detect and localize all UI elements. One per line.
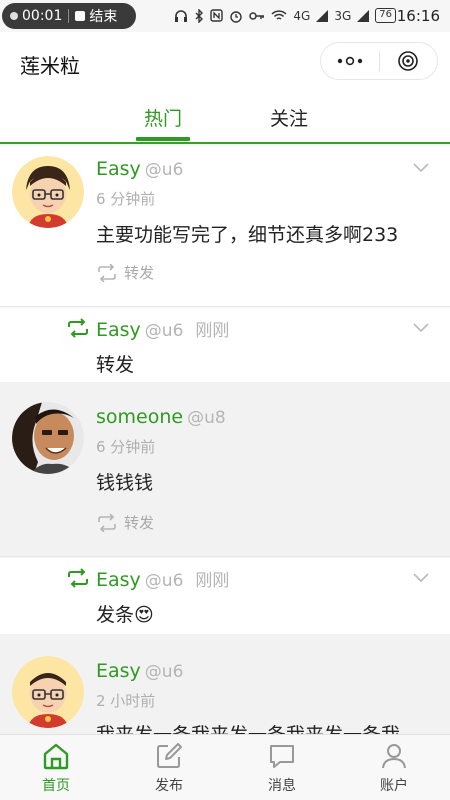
post-author[interactable]: someone @u8 [96,406,226,428]
author-name: Easy [96,319,141,341]
nav-post-label: 发布 [155,778,183,794]
clock: 16:16 [396,7,440,25]
quoted-post-card[interactable]: Easy@u6 2 小时前 我来发一条我来发一条我来发一条我 [0,634,450,734]
bluetooth-icon [195,8,204,23]
chevron-down-icon[interactable] [412,162,430,174]
alarm-icon [230,10,243,23]
divider [0,306,450,307]
repost-card[interactable]: Easy @u6 刚刚 发条😍 [0,558,450,634]
author-name: Easy [96,660,141,682]
nav-home-label: 首页 [42,778,70,794]
author-handle: @u6 [144,662,184,682]
close-button[interactable] [380,43,438,79]
status-bar: 00:01 结束 4G 3G 76 16:16 [0,0,450,32]
post-time: 6 分钟前 [96,190,156,208]
stop-icon [75,11,86,21]
headphones-icon [175,9,188,22]
more-dots-icon [337,56,362,66]
avatar-boy-icon [12,656,84,728]
edit-icon [157,743,182,768]
repost-button[interactable]: 转发 [96,262,154,283]
status-icons: 4G 3G 76 [174,8,396,23]
post-time: 2 小时前 [96,692,156,710]
tab-bar: 热门 关注 [0,92,450,144]
author-name: Easy [96,158,141,180]
tab-hot[interactable]: 热门 [123,104,203,131]
divider [0,556,450,557]
avatar[interactable] [12,656,84,728]
record-divider [68,9,70,23]
repost-author[interactable]: Easy @u6 刚刚 [96,566,229,591]
author-name: someone [96,406,184,428]
repost-button[interactable]: 转发 [96,512,154,533]
repost-time: 刚刚 [195,321,230,341]
chevron-down-icon[interactable] [412,572,430,584]
post-author[interactable]: Easy @u6 [96,158,183,180]
bottom-nav: 首页 发布 消息 账户 [0,734,450,800]
post-card[interactable]: Easy @u6 6 分钟前 主要功能写完了，细节还真多啊233 转发 [0,146,450,306]
avatar-photo-icon [12,402,84,474]
target-close-icon [398,51,419,71]
message-icon [270,745,294,768]
nav-account[interactable]: 账户 [354,741,434,795]
signal-icon [316,9,329,22]
network-label-2: 3G [334,8,352,23]
avatar[interactable] [12,402,84,474]
record-end-label: 结束 [89,9,118,25]
app-title: 莲米粒 [20,54,80,78]
home-icon [43,743,69,770]
record-dot-icon [10,12,18,20]
author-name: Easy [96,569,141,591]
author-handle: @u8 [187,408,226,428]
nav-messages[interactable]: 消息 [242,741,322,795]
repost-icon [98,263,116,282]
key-icon [249,11,265,20]
repost-icon [98,513,116,532]
repost-text: 发条😍 [96,604,154,626]
app-header: 莲米粒 [0,32,450,92]
nav-post[interactable]: 发布 [129,741,209,795]
screen-record-pill[interactable]: 00:01 结束 [2,3,136,29]
active-tab-indicator [136,137,190,141]
repost-label: 转发 [124,514,155,532]
quoted-post-card[interactable]: someone @u8 6 分钟前 钱钱钱 转发 [0,382,450,556]
chevron-down-icon[interactable] [412,322,430,334]
user-icon [382,744,406,769]
wifi-icon [271,9,287,20]
repost-green-icon [68,318,88,338]
post-text: 钱钱钱 [96,472,154,494]
nav-home[interactable]: 首页 [16,741,96,795]
network-label: 4G [293,8,311,23]
tab-following[interactable]: 关注 [249,104,329,131]
repost-green-icon [68,568,88,588]
signal-icon-2 [357,9,370,22]
repost-author[interactable]: Easy @u6 刚刚 [96,316,229,341]
post-author[interactable]: Easy @u6 [96,660,183,682]
repost-time: 刚刚 [195,571,230,591]
nav-messages-label: 消息 [268,778,296,794]
avatar-boy-icon [12,156,84,228]
feed-list[interactable]: Easy @u6 6 分钟前 主要功能写完了，细节还真多啊233 转发 Easy @… [0,146,450,734]
record-time: 00:01 [22,8,63,24]
author-handle: @u6 [144,321,184,341]
post-text: 我来发一条我来发一条我来发一条我 [96,720,400,734]
post-time: 6 分钟前 [96,438,156,456]
battery-icon: 76 [375,8,396,23]
repost-label: 转发 [124,264,155,282]
repost-card[interactable]: Easy @u6 刚刚 转发 [0,308,450,382]
author-handle: @u6 [144,571,184,591]
repost-text: 转发 [96,354,135,376]
author-handle: @u6 [144,160,184,180]
avatar[interactable] [12,156,84,228]
more-button[interactable] [321,43,379,79]
nfc-icon [210,9,224,22]
post-text: 主要功能写完了，细节还真多啊233 [96,224,399,246]
nav-account-label: 账户 [380,778,408,794]
mini-program-capsule [320,42,438,80]
